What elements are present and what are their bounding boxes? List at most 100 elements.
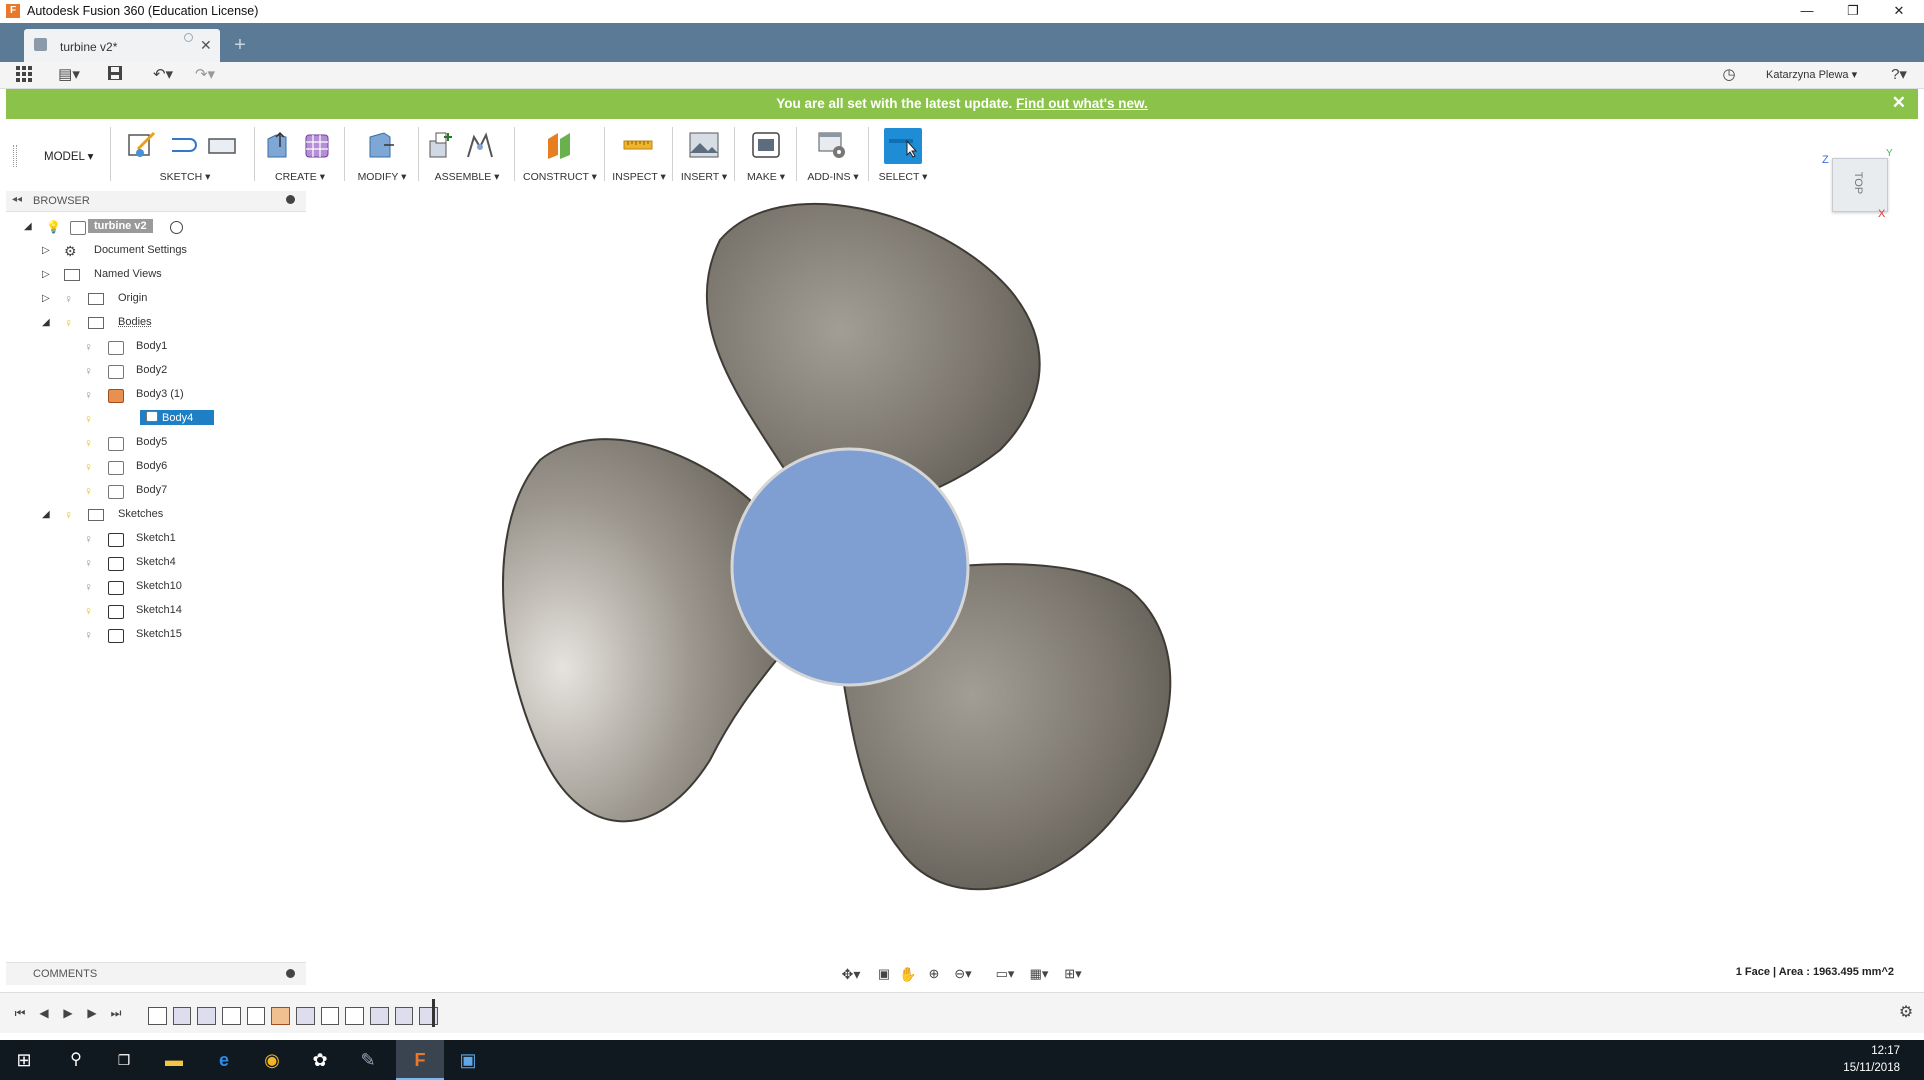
visibility-bulb-icon[interactable]: ♀ bbox=[84, 628, 93, 642]
inspect-group[interactable]: INSPECT ▾ bbox=[608, 123, 670, 185]
restore-button[interactable]: ❐ bbox=[1830, 0, 1876, 23]
tree-item-bodies[interactable]: ◢ ♀ Bodies bbox=[6, 312, 306, 336]
visibility-bulb-icon[interactable]: ♀ bbox=[84, 340, 93, 354]
create-group[interactable]: CREATE ▾ bbox=[258, 123, 342, 185]
extrude-icon[interactable] bbox=[262, 129, 294, 161]
look-at-icon[interactable]: ▣ bbox=[874, 964, 894, 984]
insert-image-icon[interactable] bbox=[688, 129, 720, 161]
close-window-button[interactable]: ✕ bbox=[1876, 0, 1922, 23]
measure-icon[interactable] bbox=[622, 129, 654, 161]
visibility-bulb-icon[interactable]: ♀ bbox=[84, 364, 93, 378]
expand-triangle-icon[interactable]: ◢ bbox=[24, 222, 34, 232]
app-icon[interactable]: ✿ bbox=[296, 1040, 344, 1080]
tree-item-sketch[interactable]: ♀ Sketch4 bbox=[6, 552, 306, 576]
pan-hand-icon[interactable]: ✋ bbox=[898, 964, 918, 984]
modify-group[interactable]: MODIFY ▾ bbox=[348, 123, 416, 185]
step-forward-icon[interactable]: ▶ bbox=[84, 1003, 100, 1023]
visibility-bulb-icon[interactable]: ♀ bbox=[84, 436, 93, 450]
pin-icon[interactable] bbox=[286, 195, 295, 204]
make-group[interactable]: MAKE ▾ bbox=[738, 123, 794, 185]
grid-settings-icon[interactable]: ▦▾ bbox=[1024, 964, 1054, 984]
expand-triangle-icon[interactable]: ▷ bbox=[42, 294, 52, 304]
fit-zoom-icon[interactable]: ⊖▾ bbox=[948, 964, 978, 984]
go-to-end-icon[interactable]: ⏭ bbox=[108, 1003, 124, 1023]
feature-icon[interactable] bbox=[296, 1007, 315, 1025]
start-windows-icon[interactable]: ⊞ bbox=[0, 1040, 48, 1080]
insert-group[interactable]: INSERT ▾ bbox=[676, 123, 732, 185]
whats-new-link[interactable]: Find out what's new. bbox=[1016, 96, 1148, 111]
sketch-feature-icon[interactable] bbox=[246, 1007, 266, 1025]
minimize-button[interactable]: — bbox=[1784, 0, 1830, 23]
timeline-marker[interactable] bbox=[432, 999, 435, 1027]
tree-item-body[interactable]: ♀ Body6 bbox=[6, 456, 306, 480]
image-viewer-icon[interactable]: ▣ bbox=[444, 1040, 492, 1080]
visibility-bulb-icon[interactable]: ♀ bbox=[84, 580, 93, 594]
visibility-bulb-icon[interactable]: ♀ bbox=[64, 292, 73, 306]
construct-group[interactable]: CONSTRUCT ▾ bbox=[518, 123, 602, 185]
file-explorer-icon[interactable]: ▬ bbox=[150, 1040, 198, 1080]
tree-item-body[interactable]: ♀ Body3 (1) bbox=[6, 384, 306, 408]
file-menu-icon[interactable]: ▤▾ bbox=[54, 65, 84, 85]
sketch-feature-icon[interactable] bbox=[222, 1007, 241, 1025]
feature-icon[interactable] bbox=[370, 1007, 389, 1025]
activate-radio-icon[interactable] bbox=[170, 221, 183, 234]
banner-close-icon[interactable]: ✕ bbox=[1892, 93, 1906, 113]
edge-browser-icon[interactable]: e bbox=[200, 1040, 248, 1080]
zoom-icon[interactable]: ⊕ bbox=[924, 964, 944, 984]
user-account-menu[interactable]: Katarzyna Plewa ▾ bbox=[1766, 68, 1857, 81]
visibility-bulb-icon[interactable]: ♀ bbox=[84, 556, 93, 570]
task-view-icon[interactable]: ❐ bbox=[100, 1040, 148, 1080]
close-tab-icon[interactable]: ✕ bbox=[200, 37, 212, 54]
undo-icon[interactable]: ↶▾ bbox=[146, 65, 180, 85]
timeline-settings-gear-icon[interactable]: ⚙ bbox=[1896, 1003, 1916, 1023]
expand-triangle-icon[interactable]: ▷ bbox=[42, 270, 52, 280]
tree-item-sketch[interactable]: ♀ Sketch15 bbox=[6, 624, 306, 648]
add-ins-group[interactable]: ADD-INS ▾ bbox=[800, 123, 866, 185]
go-to-start-icon[interactable]: ⏮ bbox=[12, 1003, 28, 1023]
select-group[interactable]: SELECT ▾ bbox=[872, 123, 934, 185]
tree-item-sketch[interactable]: ♀ Sketch10 bbox=[6, 576, 306, 600]
step-back-icon[interactable]: ◀ bbox=[36, 1003, 52, 1023]
document-tab[interactable]: turbine v2* ✕ bbox=[24, 29, 220, 62]
assemble-group[interactable]: ASSEMBLE ▾ bbox=[422, 123, 512, 185]
add-comment-icon[interactable] bbox=[286, 969, 295, 978]
tree-root-row[interactable]: ◢ 💡 turbine v2 bbox=[6, 216, 306, 240]
visibility-bulb-icon[interactable]: ♀ bbox=[84, 388, 93, 402]
browser-header[interactable]: ◂◂ BROWSER bbox=[6, 191, 306, 212]
line-icon[interactable] bbox=[166, 129, 198, 161]
play-icon[interactable]: ▶ bbox=[60, 1003, 76, 1023]
collapse-triangle-icon[interactable]: ◢ bbox=[42, 318, 52, 328]
redo-icon[interactable]: ↷▾ bbox=[188, 65, 222, 85]
offset-plane-icon[interactable] bbox=[544, 129, 576, 161]
tree-item-sketch[interactable]: ♀ Sketch1 bbox=[6, 528, 306, 552]
sketch-feature-icon[interactable] bbox=[148, 1007, 167, 1025]
collapse-panel-icon[interactable]: ◂◂ bbox=[12, 194, 22, 205]
system-clock[interactable]: 12:17 15/11/2018 bbox=[1843, 1043, 1900, 1077]
app-icon[interactable]: ✎ bbox=[344, 1040, 392, 1080]
save-icon[interactable] bbox=[104, 65, 126, 85]
help-icon[interactable]: ?▾ bbox=[1884, 65, 1914, 85]
press-pull-icon[interactable] bbox=[364, 129, 396, 161]
tree-item-named-views[interactable]: ▷ Named Views bbox=[6, 264, 306, 288]
tree-item-body[interactable]: ♀ Body2 bbox=[6, 360, 306, 384]
workspace-switcher[interactable]: MODEL ▾ bbox=[44, 149, 93, 163]
select-cursor-icon[interactable] bbox=[887, 129, 919, 161]
sketch-group[interactable]: SKETCH ▾ bbox=[118, 123, 252, 185]
turbine-hub-face-selected[interactable] bbox=[730, 447, 970, 687]
orbit-icon[interactable]: ✥▾ bbox=[838, 964, 864, 984]
fusion-360-taskbar-icon[interactable]: F bbox=[396, 1040, 444, 1080]
sketch-feature-icon[interactable] bbox=[345, 1007, 365, 1025]
display-settings-icon[interactable]: ▭▾ bbox=[990, 964, 1020, 984]
joint-icon[interactable] bbox=[464, 129, 496, 161]
3d-viewport[interactable] bbox=[480, 200, 1220, 920]
feature-icon[interactable] bbox=[271, 1007, 291, 1025]
visibility-bulb-icon[interactable]: 💡 bbox=[46, 220, 61, 234]
data-panel-grid-icon[interactable] bbox=[14, 65, 34, 85]
job-status-clock-icon[interactable]: ◷ bbox=[1718, 65, 1740, 85]
search-icon[interactable]: ⚲ bbox=[52, 1040, 100, 1080]
tree-item-sketches[interactable]: ◢ ♀ Sketches bbox=[6, 504, 306, 528]
form-icon[interactable] bbox=[302, 129, 334, 161]
new-tab-button[interactable]: + bbox=[226, 31, 254, 59]
tree-item-body[interactable]: ♀ Body1 bbox=[6, 336, 306, 360]
tree-item-document-settings[interactable]: ▷ ⚙ Document Settings bbox=[6, 240, 306, 264]
